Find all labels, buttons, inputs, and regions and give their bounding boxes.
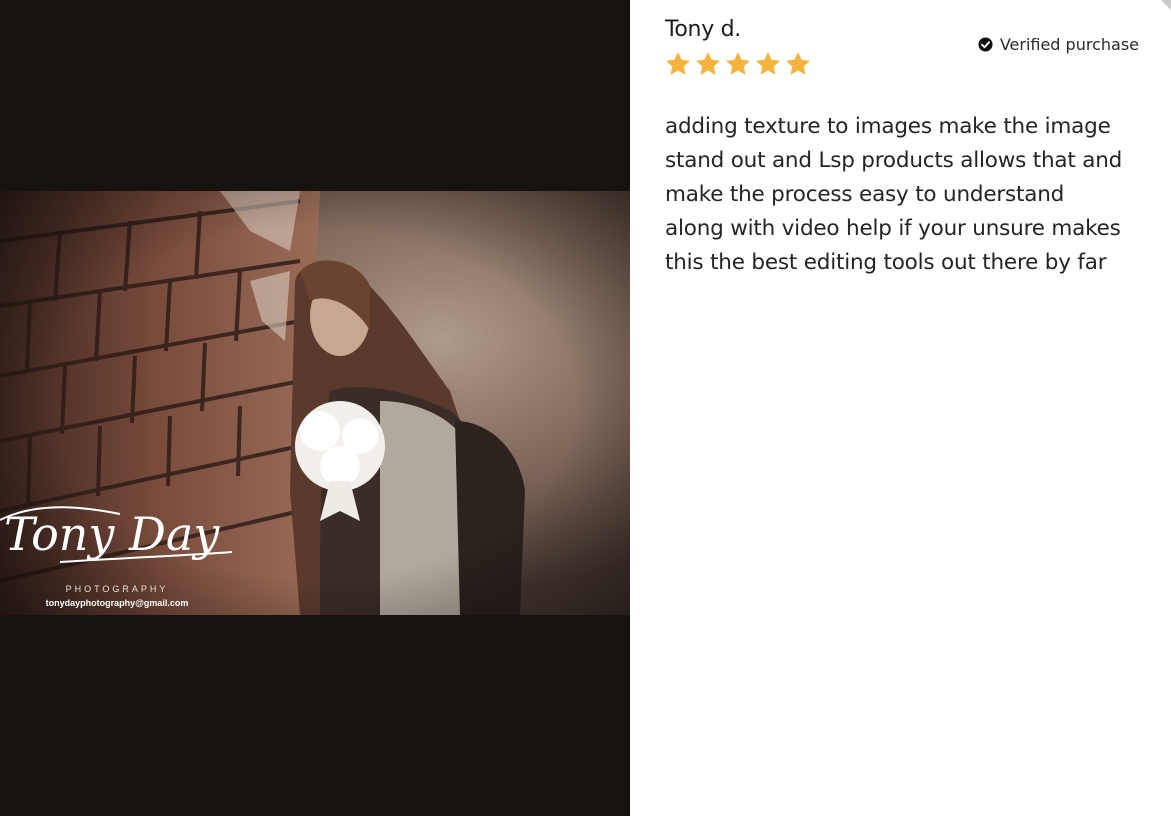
star-icon: [785, 52, 811, 75]
close-corner-icon[interactable]: [1161, 0, 1171, 10]
review-modal: Tony Day PHOTOGRAPHY tonydayphotography@…: [0, 0, 1171, 816]
reviewer-name: Tony d.: [665, 17, 741, 42]
photographer-watermark: Tony Day PHOTOGRAPHY tonydayphotography@…: [0, 500, 240, 615]
verified-purchase-badge: Verified purchase: [978, 35, 1139, 54]
verified-label: Verified purchase: [999, 35, 1139, 54]
review-photo[interactable]: Tony Day PHOTOGRAPHY tonydayphotography@…: [0, 191, 630, 615]
star-icon: [695, 52, 721, 75]
star-icon: [755, 52, 781, 75]
watermark-subtitle: PHOTOGRAPHY: [65, 584, 169, 594]
review-body: adding texture to images make the image …: [665, 114, 1123, 275]
review-details-pane: Tony d. Verified purchase adding texture…: [630, 0, 1171, 816]
watermark-email: tonydayphotography@gmail.com: [45, 598, 189, 608]
star-icon: [665, 52, 691, 75]
star-icon: [725, 52, 751, 75]
signature-text: Tony Day: [4, 507, 220, 561]
star-rating: [664, 50, 812, 78]
signature-logo: Tony Day: [0, 506, 232, 563]
check-circle-icon: [978, 37, 993, 52]
review-media-pane: Tony Day PHOTOGRAPHY tonydayphotography@…: [0, 0, 630, 816]
